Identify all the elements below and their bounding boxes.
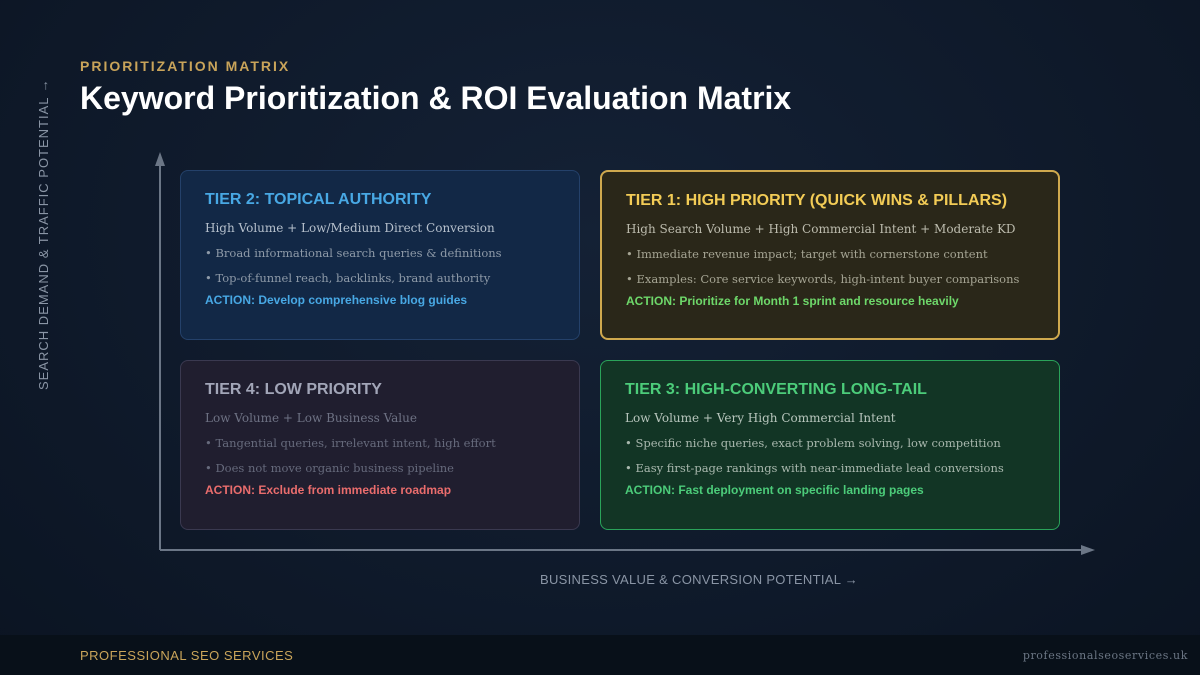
quadrant-subtitle: High Search Volume + High Commercial Int…: [626, 222, 1016, 236]
bullet-item: Does not move organic business pipeline: [205, 462, 555, 475]
quadrant-bullets: Tangential queries, irrelevant intent, h…: [205, 437, 555, 475]
quadrant-tier-3: TIER 3: HIGH-CONVERTING LONG-TAIL Low Vo…: [600, 360, 1060, 530]
quadrant-action: ACTION: Prioritize for Month 1 sprint an…: [626, 294, 959, 308]
quadrant-action: ACTION: Fast deployment on specific land…: [625, 483, 924, 497]
quadrant-tier-2: TIER 2: TOPICAL AUTHORITY High Volume + …: [180, 170, 580, 340]
quadrant-bullets: Immediate revenue impact; target with co…: [626, 248, 1034, 286]
quadrant-tier-1: TIER 1: HIGH PRIORITY (QUICK WINS & PILL…: [600, 170, 1060, 340]
quadrant-action: ACTION: Develop comprehensive blog guide…: [205, 293, 468, 307]
quadrant-title: TIER 4: LOW PRIORITY: [205, 381, 382, 398]
footer-brand: PROFESSIONAL SEO SERVICES: [80, 648, 294, 663]
bullet-item: Top-of-funnel reach, backlinks, brand au…: [205, 272, 555, 285]
quadrant-title: TIER 2: TOPICAL AUTHORITY: [205, 191, 432, 208]
bullet-item: Specific niche queries, exact problem so…: [625, 437, 1035, 450]
quadrant-subtitle: Low Volume + Very High Commercial Intent: [625, 411, 896, 425]
footer-url: professionalseoservices.uk: [1022, 649, 1188, 662]
x-axis-label: BUSINESS VALUE & CONVERSION POTENTIAL →: [540, 572, 858, 587]
quadrant-bullets: Specific niche queries, exact problem so…: [625, 437, 1035, 475]
quadrant-subtitle: Low Volume + Low Business Value: [205, 411, 417, 425]
bullet-item: Examples: Core service keywords, high-in…: [626, 273, 1034, 286]
bullet-item: Immediate revenue impact; target with co…: [626, 248, 1034, 261]
y-axis-arrowhead: [155, 152, 165, 166]
quadrant-title: TIER 3: HIGH-CONVERTING LONG-TAIL: [625, 381, 927, 398]
quadrant-action: ACTION: Exclude from immediate roadmap: [205, 483, 452, 497]
quadrant-subtitle: High Volume + Low/Medium Direct Conversi…: [205, 221, 495, 235]
quadrant-title: TIER 1: HIGH PRIORITY (QUICK WINS & PILL…: [626, 192, 1008, 209]
bullet-item: Broad informational search queries & def…: [205, 247, 555, 260]
bullet-item: Tangential queries, irrelevant intent, h…: [205, 437, 555, 450]
quadrant-bullets: Broad informational search queries & def…: [205, 247, 555, 285]
footer-bar: PROFESSIONAL SEO SERVICES professionalse…: [0, 635, 1200, 675]
x-axis-arrowhead: [1081, 545, 1095, 555]
bullet-item: Easy first-page rankings with near-immed…: [625, 462, 1035, 475]
quadrant-tier-4: TIER 4: LOW PRIORITY Low Volume + Low Bu…: [180, 360, 580, 530]
